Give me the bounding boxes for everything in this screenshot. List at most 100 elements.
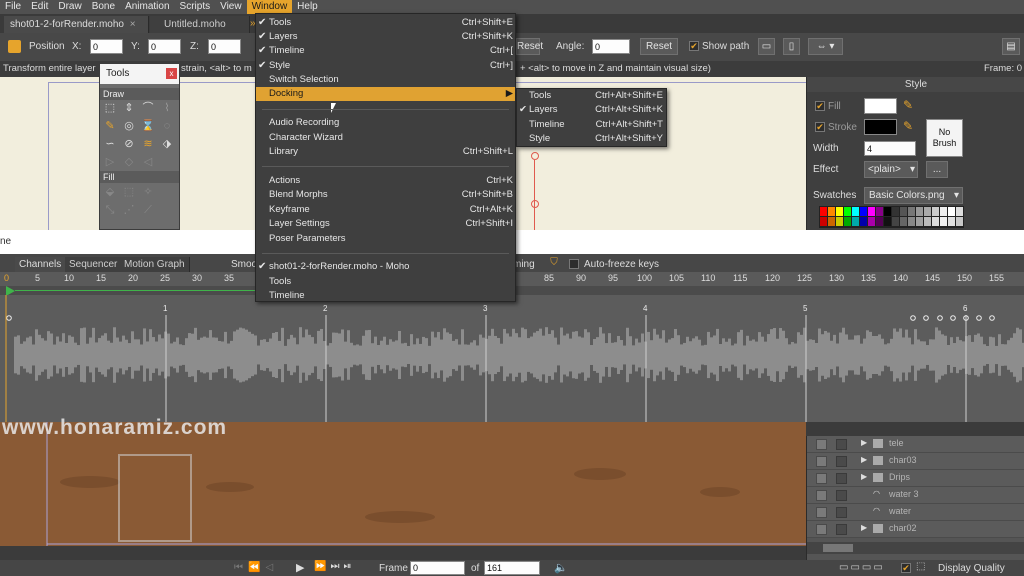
auto-freeze-checkbox[interactable]: [569, 259, 579, 269]
menu-window[interactable]: Window: [246, 0, 293, 14]
swatch-cell[interactable]: [820, 217, 827, 226]
frame-input[interactable]: 0: [410, 561, 465, 575]
no-brush-button[interactable]: No Brush: [926, 119, 963, 157]
layer-row[interactable]: ◠ water 3: [807, 487, 1024, 504]
swatch-cell[interactable]: [956, 207, 963, 216]
menu-draw[interactable]: Draw: [53, 0, 86, 14]
stroke-exposure-icon[interactable]: ⟋: [141, 204, 155, 217]
swatch-cell[interactable]: [836, 207, 843, 216]
keyframe-dot[interactable]: [937, 315, 943, 321]
keyframe-dot[interactable]: [989, 315, 995, 321]
keyframe-dot[interactable]: [6, 315, 12, 321]
swatch-cell[interactable]: [844, 207, 851, 216]
swatch-cell[interactable]: [932, 217, 939, 226]
tab-motion-graph[interactable]: Motion Graph: [120, 257, 190, 272]
path-point[interactable]: [531, 152, 539, 160]
expand-arrow-icon[interactable]: ▶: [861, 523, 867, 532]
menu-item-character-wizard[interactable]: Character Wizard: [256, 131, 515, 145]
menu-item-library[interactable]: Library Ctrl+Shift+L: [256, 145, 515, 159]
y-input[interactable]: 0: [148, 39, 181, 54]
show-path-checkbox[interactable]: ✔: [689, 41, 699, 51]
tab-untitled[interactable]: Untitled.moho: [150, 16, 250, 33]
submenu-item-tools[interactable]: Tools Ctrl+Alt+Shift+E: [517, 89, 666, 103]
width-input[interactable]: 4: [864, 141, 916, 156]
swatch-cell[interactable]: [956, 217, 963, 226]
delete-edge-icon[interactable]: ◌: [160, 120, 174, 133]
visibility-toggle[interactable]: [816, 456, 827, 467]
swatch-cell[interactable]: [924, 217, 931, 226]
swatch-cell[interactable]: [868, 217, 875, 226]
swatch-cell[interactable]: [940, 207, 947, 216]
paint-bucket-icon[interactable]: ✧: [141, 186, 155, 199]
total-frames-input[interactable]: 161: [484, 561, 540, 575]
expand-arrow-icon[interactable]: ▶: [861, 472, 867, 481]
eraser-icon[interactable]: ⊘: [122, 138, 136, 151]
menu-item-document-window[interactable]: ✔ shot01-2-forRender.moho - Moho: [256, 260, 515, 274]
swatch-palette[interactable]: [819, 206, 964, 228]
menu-item-poser-parameters[interactable]: Poser Parameters: [256, 232, 515, 246]
lock-toggle[interactable]: [836, 439, 847, 450]
shear-icon[interactable]: ◇: [122, 156, 136, 169]
layers-scrollbar[interactable]: [807, 542, 1024, 554]
menu-item-audio-recording[interactable]: Audio Recording: [256, 116, 515, 130]
shield-icon[interactable]: ⛉: [548, 257, 560, 270]
menu-scripts[interactable]: Scripts: [175, 0, 216, 14]
stroke-color-swatch[interactable]: [864, 119, 897, 135]
smooth-dropdown[interactable]: Smoo: [231, 259, 257, 271]
rewind-controls-icon[interactable]: ⏮⏪◁: [234, 562, 278, 573]
swatch-cell[interactable]: [852, 217, 859, 226]
curvature-icon[interactable]: ⌇: [160, 102, 174, 115]
effect-dropdown[interactable]: <plain> ▾: [864, 161, 918, 178]
draw-section-header[interactable]: Draw: [100, 88, 179, 100]
hide-edge-icon[interactable]: ⋰: [122, 204, 136, 217]
menu-item-blend-morphs[interactable]: Blend Morphs Ctrl+Shift+B: [256, 188, 515, 202]
tab-channels[interactable]: Channels: [15, 257, 67, 272]
swatch-cell[interactable]: [884, 207, 891, 216]
swatch-cell[interactable]: [892, 207, 899, 216]
magnet-icon[interactable]: ▷: [103, 156, 117, 169]
menu-item-style[interactable]: ✔ Style Ctrl+]: [256, 59, 515, 73]
menu-bone[interactable]: Bone: [87, 0, 120, 14]
tab-shot01[interactable]: shot01-2-forRender.moho ×: [4, 16, 149, 33]
draw-shape-icon[interactable]: ◎: [122, 120, 136, 133]
fill-eyedropper-icon[interactable]: ✎: [903, 98, 917, 114]
menu-item-actions[interactable]: Actions Ctrl+K: [256, 174, 515, 188]
fill-section-header[interactable]: Fill: [100, 171, 179, 183]
visibility-toggle[interactable]: [816, 473, 827, 484]
menu-file[interactable]: File: [0, 0, 26, 14]
select-points-icon[interactable]: ⬚: [103, 102, 117, 115]
menu-item-tools[interactable]: ✔ Tools Ctrl+Shift+E: [256, 16, 515, 30]
layer-row[interactable]: ▶ char02: [807, 521, 1024, 538]
swatch-cell[interactable]: [948, 217, 955, 226]
forward-controls-icon[interactable]: ⏩⏭⏯: [314, 561, 355, 572]
swatch-cell[interactable]: [860, 217, 867, 226]
swatch-cell[interactable]: [828, 217, 835, 226]
z-input[interactable]: 0: [208, 39, 241, 54]
menu-item-layers[interactable]: ✔ Layers Ctrl+Shift+K: [256, 30, 515, 44]
swatch-cell[interactable]: [900, 217, 907, 226]
flip-vertical-icon[interactable]: ▯: [783, 38, 800, 55]
quality-checkbox[interactable]: ✔: [901, 563, 911, 573]
perspective-icon[interactable]: ⬗: [160, 138, 174, 151]
tab-close-icon[interactable]: ×: [130, 19, 136, 30]
layer-row[interactable]: ▶ tele: [807, 436, 1024, 453]
select-shape-icon[interactable]: ⬙: [103, 186, 117, 199]
menu-view[interactable]: View: [215, 0, 247, 14]
scrollbar-thumb[interactable]: [823, 544, 853, 552]
play-icon[interactable]: ▶: [296, 561, 304, 574]
visibility-toggle[interactable]: [816, 524, 827, 535]
line-width-icon[interactable]: ⤡: [103, 204, 117, 217]
frame-border-icon[interactable]: ⬚: [916, 561, 925, 572]
keyframe-dot[interactable]: [976, 315, 982, 321]
freehand-icon[interactable]: ✎: [103, 120, 117, 133]
swatch-cell[interactable]: [892, 217, 899, 226]
reset-angle-button[interactable]: Reset: [640, 38, 678, 55]
stroke-eyedropper-icon[interactable]: ✎: [903, 119, 917, 135]
point-reduction-icon[interactable]: ≋: [141, 138, 155, 151]
swatch-cell[interactable]: [940, 217, 947, 226]
add-point-icon[interactable]: ⌒: [141, 102, 155, 115]
create-shape-icon[interactable]: ⬚: [122, 186, 136, 199]
submenu-item-style[interactable]: Style Ctrl+Alt+Shift+Y: [517, 132, 666, 146]
effect-settings-button[interactable]: ...: [926, 161, 948, 178]
tab-sequencer[interactable]: Sequencer: [65, 257, 123, 272]
